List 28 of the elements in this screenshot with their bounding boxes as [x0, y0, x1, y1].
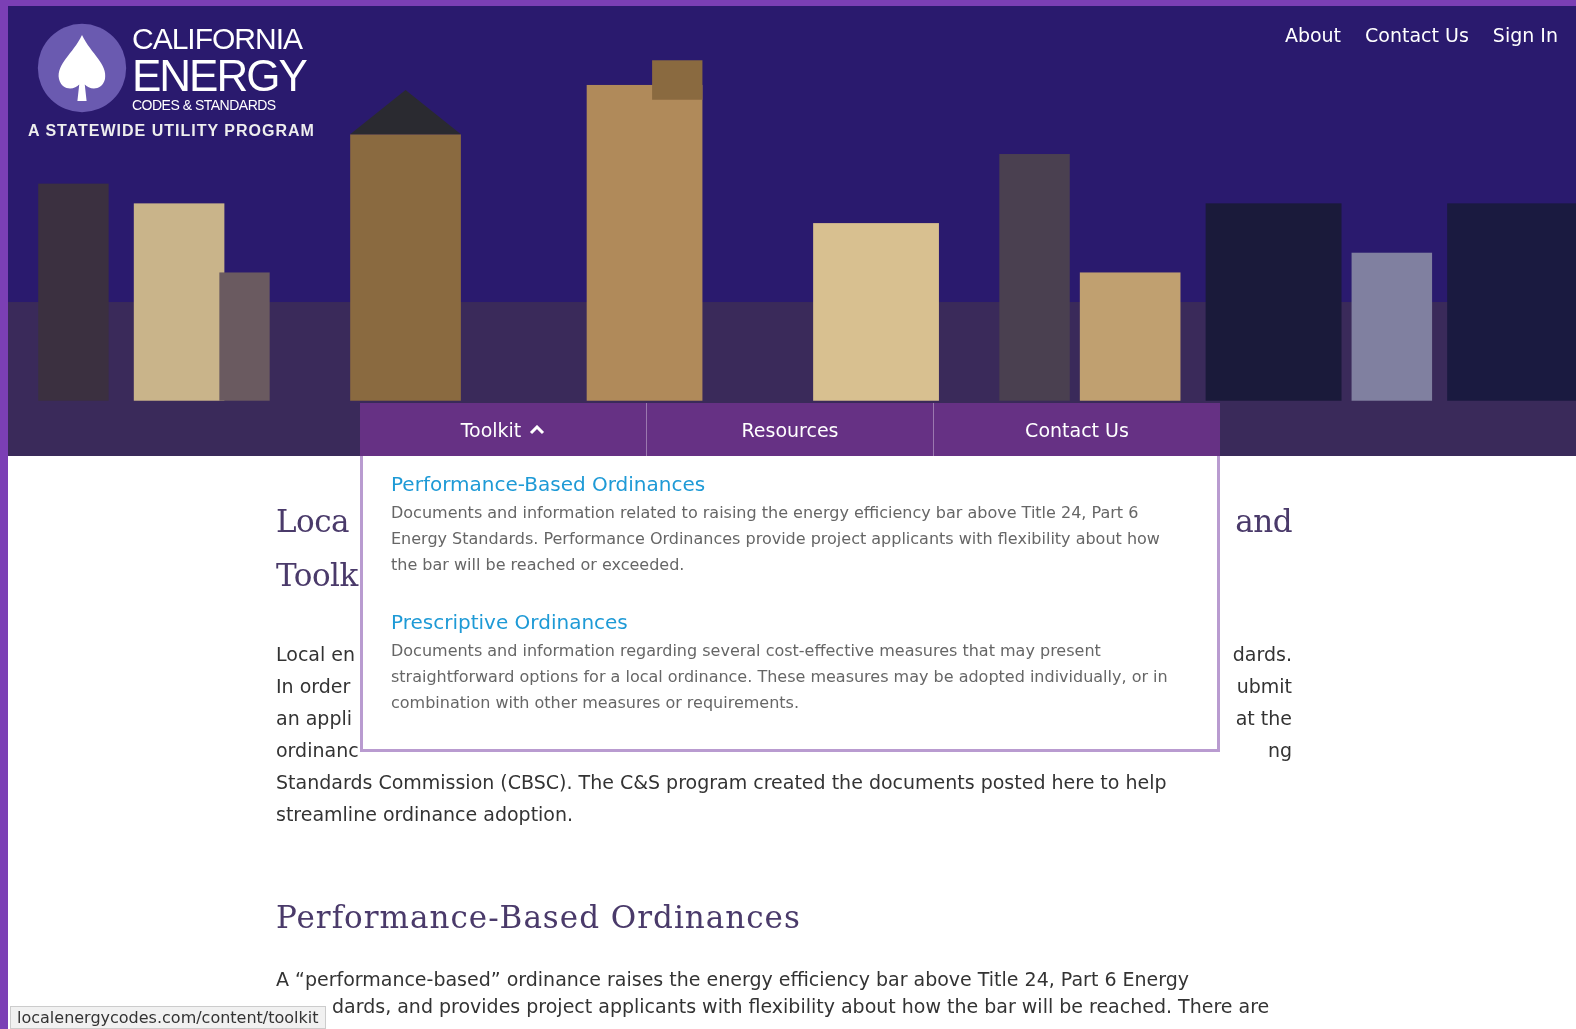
paragraph-text: Local en: [276, 642, 355, 667]
status-bar-url: localenergycodes.com/content/toolkit: [10, 1006, 326, 1029]
paragraph-text: an appli: [276, 706, 353, 731]
leaf-logo-icon: [36, 22, 128, 114]
paragraph-text: streamline ordinance adoption.: [276, 802, 574, 827]
section-heading: Performance-Based Ordinances: [276, 898, 802, 937]
page-heading: Toolk: [276, 556, 358, 595]
page-heading: and: [1235, 502, 1292, 541]
top-nav-link[interactable]: About: [1284, 24, 1342, 46]
paragraph-text: Standards Commission (CBSC). The C&S program created the documents posted here to help: [276, 770, 1167, 795]
paragraph-text: ubmit: [1236, 674, 1292, 699]
paragraph-text: at the: [1235, 706, 1292, 731]
menu-description: Documents and information related to raising the energy efficiency bar above Title 24, Part 6 Energy Standards. Performance Ordinances provide project applicants with flexibility about how the bar will be reached or exceeded.: [391, 502, 1161, 576]
menu-description: Documents and information regarding several cost-effective measures that may present straightforward options for a local ordinance. These measures may be adopted individually, or in combination with other measures or requirements.: [391, 640, 1169, 714]
page-heading: Loca: [276, 502, 350, 541]
top-nav-link[interactable]: Contact Us: [1365, 24, 1469, 46]
paragraph-text: ordinanc: [276, 738, 359, 763]
paragraph-text: dards.: [1232, 642, 1292, 667]
nav-tab[interactable]: Contact Us: [934, 403, 1220, 456]
paragraph-text: In order: [276, 674, 351, 699]
caret-icon: [529, 424, 546, 435]
paragraph-text: A “performance-based” ordinance raises the energy efficiency bar above Title 24, Part 6 Energy: [276, 967, 1191, 992]
logo-text: CODES & STANDARDS: [132, 98, 277, 112]
logo-text: ENERGY: [132, 54, 306, 98]
logo-tagline: A STATEWIDE UTILITY PROGRAM: [28, 122, 315, 140]
top-nav-link[interactable]: Sign In: [1492, 24, 1558, 46]
logo-text: CALIFORNIA: [132, 24, 304, 54]
paragraph-text: ng: [1267, 738, 1292, 763]
